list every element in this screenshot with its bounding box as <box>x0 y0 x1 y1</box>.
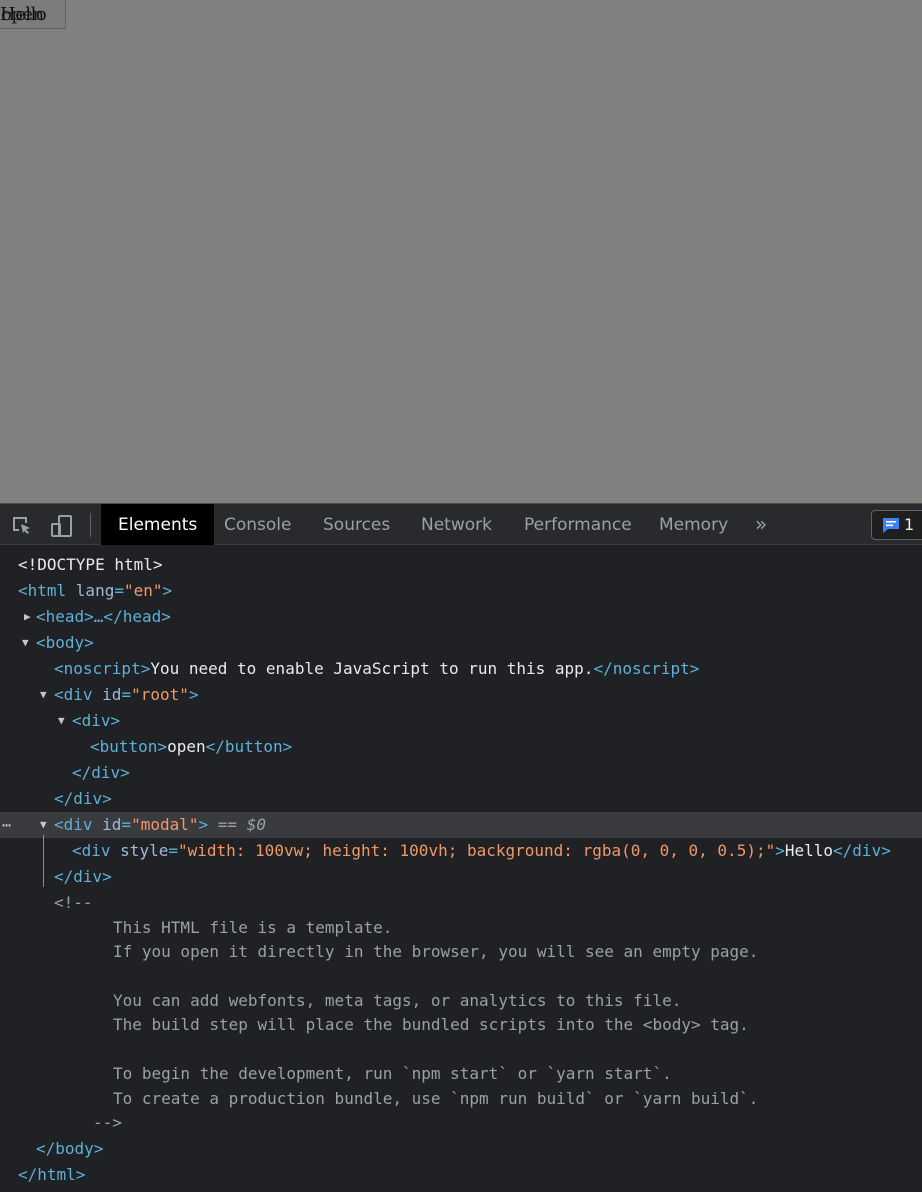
tab-memory[interactable]: Memory <box>642 504 745 545</box>
tree-row-div-root[interactable]: ▼ <div id="root"> <box>0 682 922 708</box>
inner-div-style-attr: style <box>120 841 169 860</box>
comment-close: --> <box>93 1113 122 1132</box>
issues-chat-icon <box>882 517 900 538</box>
tab-performance[interactable]: Performance <box>507 504 649 545</box>
tab-console[interactable]: Console <box>207 504 309 545</box>
inner-div-text: Hello <box>784 841 834 860</box>
tab-sources[interactable]: Sources <box>306 504 407 545</box>
div-modal-id-attr: id <box>102 815 122 834</box>
tab-elements[interactable]: Elements <box>101 504 215 545</box>
body-close-tag: </body> <box>36 1139 104 1158</box>
tree-row-button[interactable]: <button>open</button> <box>0 734 922 760</box>
div-root-id-attr: id <box>102 685 122 704</box>
html-close-tag: </html> <box>18 1165 86 1184</box>
doctype-text: <!DOCTYPE html> <box>18 555 163 574</box>
tree-row-div-modal-selected[interactable]: ⋯ ▼ <div id="modal"> == $0 <box>0 812 922 838</box>
comment-line: If you open it directly in the browser, … <box>0 939 922 965</box>
collapse-arrow-icon[interactable]: ▼ <box>58 708 65 734</box>
div-modal-id-value: "modal" <box>131 815 199 834</box>
comment-line: You can add webfonts, meta tags, or anal… <box>0 988 922 1014</box>
comment-text: To begin the development, run `npm start… <box>113 1064 672 1083</box>
comment-close-row: --> <box>0 1110 922 1136</box>
div-open-tag: <div> <box>72 711 121 730</box>
comment-text: This HTML file is a template. <box>113 918 393 937</box>
expand-arrow-icon[interactable]: ▶ <box>24 604 31 630</box>
tree-row-root-close[interactable]: </div> <box>0 786 922 812</box>
html-tag: <html <box>18 581 76 600</box>
div-modal-tag: <div <box>54 815 103 834</box>
button-close-tag: </button> <box>205 737 293 756</box>
page-viewport: open Hello <box>0 0 922 503</box>
tree-row-doctype[interactable]: <!DOCTYPE html> <box>0 552 922 578</box>
comment-line: To create a production bundle, use `npm … <box>0 1086 922 1112</box>
more-tabs-icon[interactable]: » <box>755 504 767 545</box>
div-root-tag: <div <box>54 685 103 704</box>
tree-row-div-close[interactable]: </div> <box>0 760 922 786</box>
div-modal-close-tag: </div> <box>54 867 112 886</box>
comment-text: You can add webfonts, meta tags, or anal… <box>113 991 682 1010</box>
head-tag: <head>…</head> <box>36 607 171 626</box>
devtools-toolbar: Elements Console Sources Network Perform… <box>0 503 922 545</box>
tree-row-head[interactable]: ▶ <head>…</head> <box>0 604 922 630</box>
tree-row-html[interactable]: <html lang="en"> <box>0 578 922 604</box>
comment-line: To begin the development, run `npm start… <box>0 1061 922 1087</box>
issues-count: 1 <box>904 515 915 534</box>
div-close-tag: </div> <box>72 763 130 782</box>
inspect-element-icon[interactable] <box>11 515 33 537</box>
button-open-tag: <button> <box>90 737 168 756</box>
collapse-arrow-icon[interactable]: ▼ <box>40 682 47 708</box>
div-root-id-value: "root" <box>131 685 189 704</box>
tree-row-comment-open[interactable]: <!-- <box>0 890 922 916</box>
more-options-icon[interactable]: ⋯ <box>2 812 11 838</box>
noscript-close-tag: </noscript> <box>593 659 700 678</box>
tree-row-body-close[interactable]: </body> <box>0 1136 922 1162</box>
tree-row-noscript[interactable]: <noscript>You need to enable JavaScript … <box>0 656 922 682</box>
modal-hello-text: Hello <box>0 4 47 25</box>
comment-text: To create a production bundle, use `npm … <box>113 1089 759 1108</box>
tree-row-html-close[interactable]: </html> <box>0 1162 922 1188</box>
collapse-arrow-icon[interactable]: ▼ <box>22 630 29 656</box>
comment-line: The build step will place the bundled sc… <box>0 1012 922 1038</box>
comment-text: If you open it directly in the browser, … <box>113 942 759 961</box>
inner-div-tag: <div <box>72 841 121 860</box>
comment-text: The build step will place the bundled sc… <box>113 1015 749 1034</box>
inner-div-close-tag: </div> <box>833 841 891 860</box>
body-tag: <body> <box>36 633 94 652</box>
comment-line: This HTML file is a template. <box>0 915 922 941</box>
div-root-close-tag: </div> <box>54 789 112 808</box>
tree-row-div[interactable]: ▼ <div> <box>0 708 922 734</box>
tree-row-body[interactable]: ▼ <body> <box>0 630 922 656</box>
issues-badge[interactable]: 1 <box>871 510 922 540</box>
selected-marker: == $0 <box>217 815 266 834</box>
inner-div-style-value: "width: 100vw; height: 100vh; background… <box>177 841 776 860</box>
devtools-panel: Elements Console Sources Network Perform… <box>0 503 922 1192</box>
tree-row-inner-div[interactable]: <div style="width: 100vw; height: 100vh;… <box>0 838 922 864</box>
html-lang-attr: lang <box>75 581 115 600</box>
noscript-text: You need to enable JavaScript to run thi… <box>150 659 594 678</box>
noscript-open-tag: <noscript> <box>54 659 151 678</box>
tree-row-modal-close[interactable]: </div> <box>0 864 922 890</box>
button-text: open <box>167 737 206 756</box>
toolbar-divider <box>90 513 91 537</box>
html-lang-value: "en" <box>123 581 163 600</box>
tab-network[interactable]: Network <box>404 504 509 545</box>
device-toolbar-icon[interactable] <box>51 515 73 537</box>
comment-open: <!-- <box>54 893 93 912</box>
